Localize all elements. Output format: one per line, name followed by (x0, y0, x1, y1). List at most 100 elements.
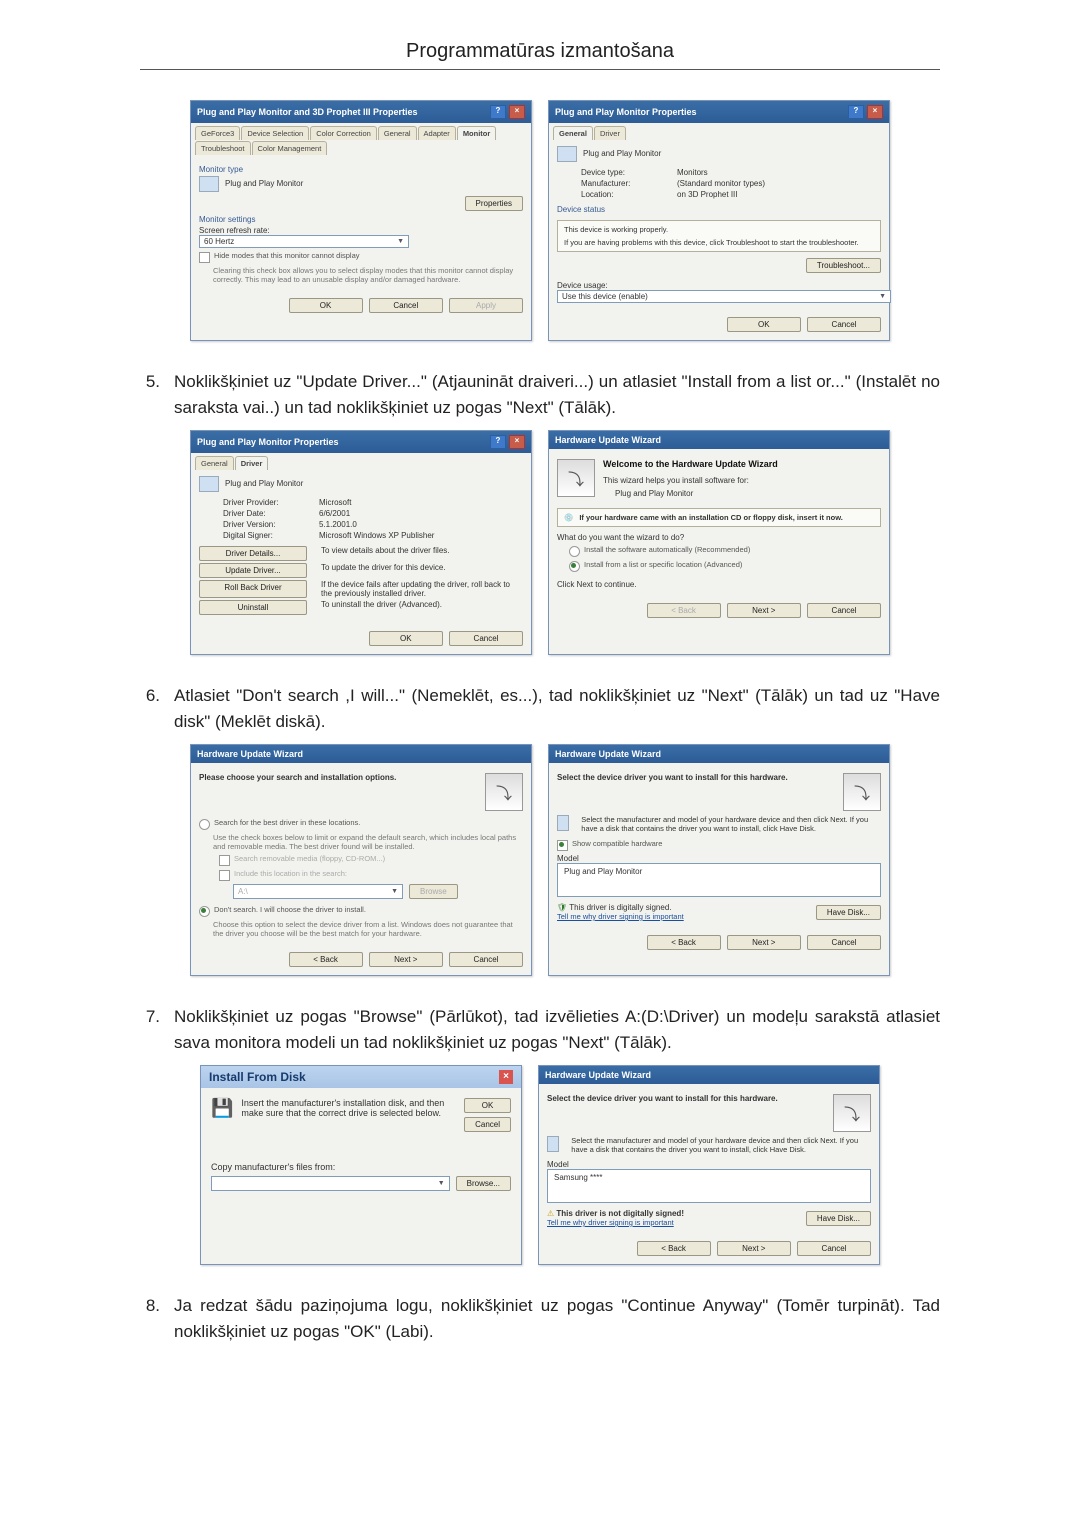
driver-details-button[interactable]: Driver Details... (199, 546, 307, 561)
cancel-button[interactable]: Cancel (449, 952, 523, 967)
cancel-button[interactable]: Cancel (464, 1117, 511, 1132)
step-6: 6. Atlasiet "Don't search ,I will..." (N… (140, 683, 940, 734)
unsigned-text: This driver is not digitally signed! (556, 1209, 684, 1218)
update-driver-button[interactable]: Update Driver... (199, 563, 307, 578)
tab-color-correction[interactable]: Color Correction (310, 126, 377, 140)
tab-general[interactable]: General (378, 126, 417, 140)
location-value: on 3D Prophet III (677, 190, 737, 199)
radio-search[interactable] (199, 819, 210, 830)
next-button[interactable]: Next > (717, 1241, 791, 1256)
tab-general[interactable]: General (195, 456, 234, 470)
step-text: Atlasiet "Don't search ,I will..." (Neme… (174, 683, 940, 734)
radio-list[interactable] (569, 561, 580, 572)
compat-checkbox[interactable] (557, 840, 568, 851)
titlebar: Plug and Play Monitor and 3D Prophet III… (191, 101, 531, 123)
tab-monitor[interactable]: Monitor (457, 126, 497, 140)
hardware-wizard-select-driver: Hardware Update Wizard Select the device… (548, 744, 890, 976)
device-status-label: Device status (557, 205, 881, 214)
help-icon[interactable]: ? (848, 105, 864, 119)
wizard-heading: Select the device driver you want to ins… (547, 1094, 825, 1103)
monitor-icon (547, 1136, 559, 1152)
close-icon[interactable]: × (509, 435, 525, 449)
tab-adapter[interactable]: Adapter (418, 126, 456, 140)
cancel-button[interactable]: Cancel (449, 631, 523, 646)
browse-button[interactable]: Browse... (456, 1176, 511, 1191)
window-title: Plug and Play Monitor Properties (555, 107, 697, 117)
signing-link[interactable]: Tell me why driver signing is important (547, 1218, 674, 1227)
tab-general[interactable]: General (553, 126, 593, 140)
wizard-heading: Select the device driver you want to ins… (557, 773, 835, 782)
next-button[interactable]: Next > (727, 603, 801, 618)
next-button[interactable]: Next > (727, 935, 801, 950)
wizard-icon: ⤵ (485, 773, 523, 811)
have-disk-button[interactable]: Have Disk... (816, 905, 881, 920)
tab-color-management[interactable]: Color Management (252, 141, 328, 155)
tab-geforce3[interactable]: GeForce3 (195, 126, 240, 140)
device-name: Plug and Play Monitor (225, 479, 303, 488)
model-list[interactable]: Plug and Play Monitor (557, 863, 881, 897)
properties-window-a: Plug and Play Monitor and 3D Prophet III… (190, 100, 532, 341)
properties-button[interactable]: Properties (465, 196, 523, 211)
close-icon[interactable]: × (509, 105, 525, 119)
model-list[interactable]: Samsung **** (547, 1169, 871, 1203)
help-icon[interactable]: ? (490, 105, 506, 119)
chevron-down-icon: ▼ (879, 293, 886, 300)
refresh-rate-select[interactable]: 60 Hertz▼ (199, 235, 409, 248)
monitor-type-label: Monitor type (199, 165, 523, 174)
monitor-icon (199, 476, 219, 492)
signer-label: Digital Signer: (223, 531, 313, 540)
step-text: Noklikšķiniet uz "Update Driver..." (Atj… (174, 369, 940, 420)
cancel-button[interactable]: Cancel (807, 317, 881, 332)
window-title: Plug and Play Monitor and 3D Prophet III… (197, 107, 418, 117)
chevron-down-icon: ▼ (438, 1180, 445, 1187)
cancel-button[interactable]: Cancel (369, 298, 443, 313)
help-icon[interactable]: ? (490, 435, 506, 449)
ok-button[interactable]: OK (289, 298, 363, 313)
compat-label: Show compatible hardware (572, 839, 662, 848)
cd-icon: 💿 (564, 513, 573, 522)
back-button[interactable]: < Back (289, 952, 363, 967)
tab-troubleshoot[interactable]: Troubleshoot (195, 141, 251, 155)
date-value: 6/6/2001 (319, 509, 350, 518)
have-disk-button[interactable]: Have Disk... (806, 1211, 871, 1226)
step-text: Noklikšķiniet uz pogas "Browse" (Pārlūko… (174, 1004, 940, 1055)
close-icon[interactable]: × (499, 1070, 513, 1084)
step-8: 8. Ja redzat šādu paziņojuma logu, nokli… (140, 1293, 940, 1344)
disk-icon: 💾 (211, 1098, 233, 1132)
monitor-name: Plug and Play Monitor (225, 179, 303, 188)
device-usage-select[interactable]: Use this device (enable)▼ (557, 290, 891, 303)
close-icon[interactable]: × (867, 105, 883, 119)
next-button[interactable]: Next > (369, 952, 443, 967)
tab-driver[interactable]: Driver (235, 456, 269, 470)
cancel-button[interactable]: Cancel (807, 603, 881, 618)
step-number: 7. (140, 1004, 160, 1055)
hide-modes-checkbox[interactable] (199, 252, 210, 263)
hardware-wizard-select-driver-2: Hardware Update Wizard Select the device… (538, 1065, 880, 1265)
wizard-icon: ⤵ (557, 459, 595, 497)
rollback-driver-desc: If the device fails after updating the d… (313, 580, 523, 598)
radio-search-desc: Use the check boxes below to limit or ex… (213, 833, 523, 851)
tab-driver[interactable]: Driver (594, 126, 626, 140)
back-button[interactable]: < Back (637, 1241, 711, 1256)
path-select[interactable]: ▼ (211, 1176, 450, 1191)
manufacturer-value: (Standard monitor types) (677, 179, 765, 188)
back-button[interactable]: < Back (647, 935, 721, 950)
cancel-button[interactable]: Cancel (797, 1241, 871, 1256)
monitor-icon (557, 146, 577, 162)
uninstall-button[interactable]: Uninstall (199, 600, 307, 615)
signed-text: This driver is digitally signed. (569, 903, 671, 912)
ok-button[interactable]: OK (464, 1098, 511, 1113)
date-label: Driver Date: (223, 509, 313, 518)
signing-link[interactable]: Tell me why driver signing is important (557, 912, 684, 921)
radio-dontsearch[interactable] (199, 906, 210, 917)
status-hint: If you are having problems with this dev… (564, 238, 874, 247)
tab-device-selection[interactable]: Device Selection (241, 126, 309, 140)
rollback-driver-button[interactable]: Roll Back Driver (199, 580, 307, 598)
troubleshoot-button[interactable]: Troubleshoot... (806, 258, 881, 273)
wizard-helps-text: This wizard helps you install software f… (603, 476, 778, 485)
ok-button[interactable]: OK (369, 631, 443, 646)
radio-auto[interactable] (569, 546, 580, 557)
cancel-button[interactable]: Cancel (807, 935, 881, 950)
manufacturer-label: Manufacturer: (581, 179, 671, 188)
ok-button[interactable]: OK (727, 317, 801, 332)
